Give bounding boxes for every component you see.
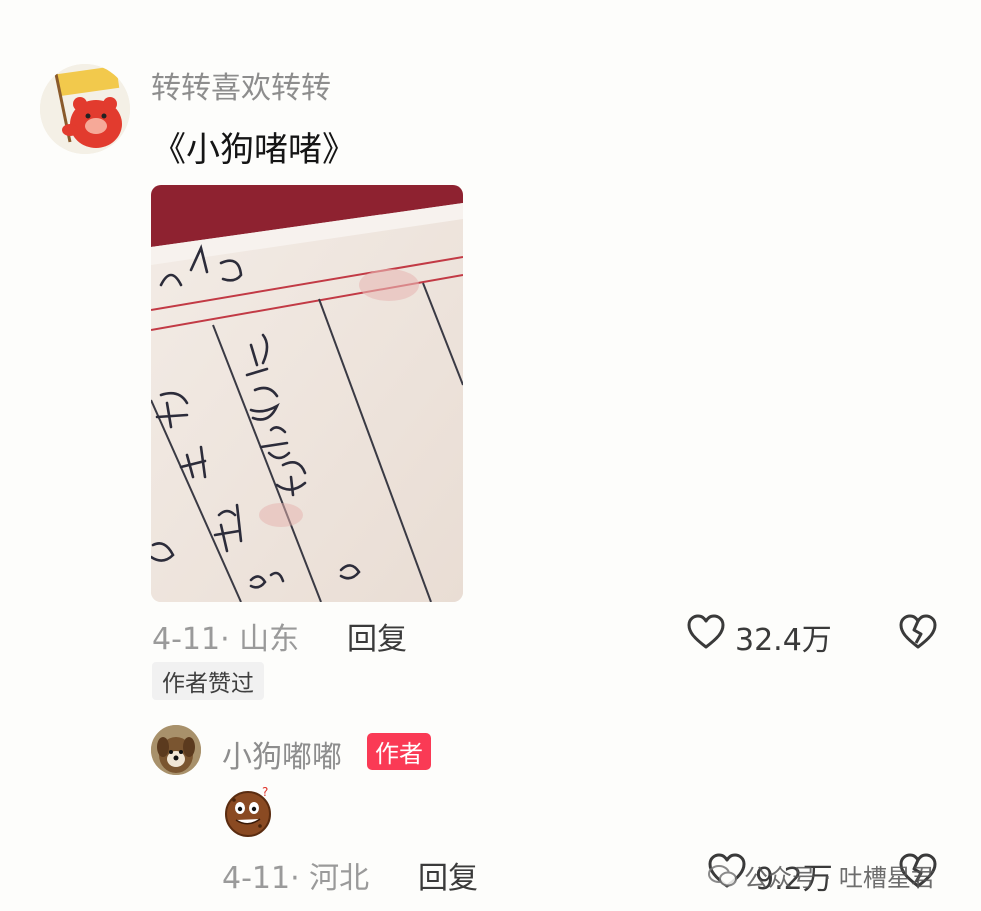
author-badge: 作者 <box>367 733 431 770</box>
comment-username[interactable]: 转转喜欢转转 <box>151 63 331 107</box>
bear-avatar-image <box>40 64 130 154</box>
avatar[interactable] <box>151 725 201 775</box>
reply-button[interactable]: 回复 <box>347 614 407 658</box>
svg-text:?: ? <box>262 785 268 799</box>
comment-date-location: 4-11· 山东 <box>152 622 300 657</box>
comment-text: 《小狗啫啫》 <box>152 130 356 170</box>
watermark-text: 公众号 · 吐槽星君 <box>744 864 935 892</box>
avatar[interactable] <box>40 64 130 154</box>
clipped-header-fragment: · · <box>440 0 477 14</box>
reply-button[interactable]: 回复 <box>418 853 478 897</box>
handwritten-ledger-image <box>151 185 463 602</box>
cookie-face-emoji-icon: ? <box>222 784 276 838</box>
comment-photo[interactable] <box>151 185 463 602</box>
wechat-icon <box>708 864 737 886</box>
comment-thread: · · 转转喜欢转转 《小狗啫啫》 <box>0 0 981 911</box>
watermark: 公众号 · 吐槽星君 <box>708 858 935 893</box>
reply-username[interactable]: 小狗嘟嘟 <box>222 732 342 776</box>
heart-outline-icon[interactable] <box>686 613 726 655</box>
reply-date-location: 4-11· 河北 <box>222 861 370 896</box>
dog-avatar-image <box>151 725 201 775</box>
like-count: 32.4万 <box>735 623 832 658</box>
broken-heart-icon[interactable] <box>898 613 938 655</box>
author-liked-badge: 作者赞过 <box>152 662 264 700</box>
